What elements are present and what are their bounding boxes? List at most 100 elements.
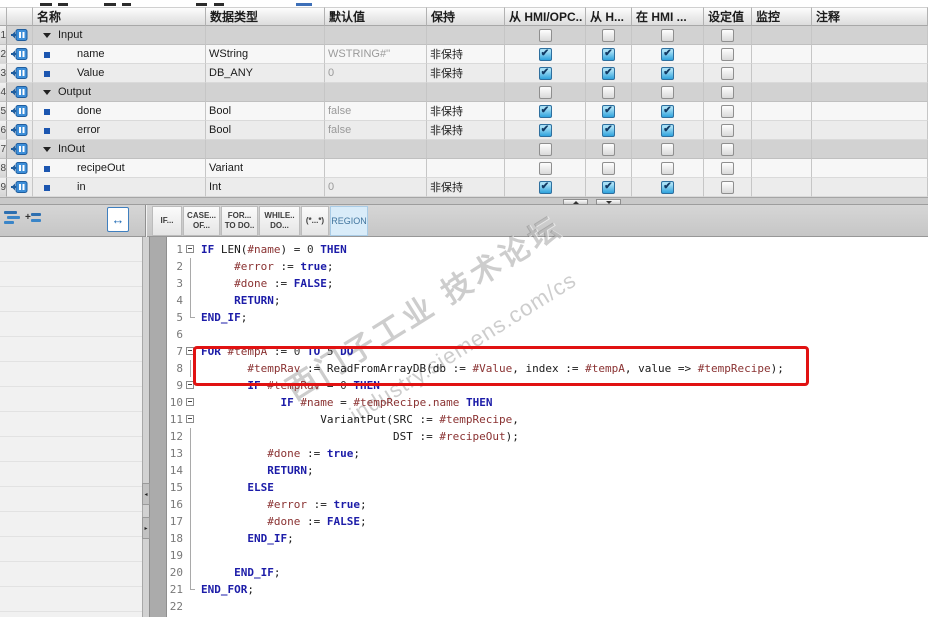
checkbox-setpoint[interactable] [721, 161, 734, 175]
cell-monitor[interactable] [752, 83, 812, 102]
fold-toggle-icon[interactable] [186, 241, 201, 258]
checkbox-from-hmi[interactable] [602, 47, 615, 61]
checkbox-from-hmi[interactable] [602, 66, 615, 80]
code-line[interactable]: 20 END_IF; [150, 564, 928, 581]
snippet-while-button[interactable]: WHILE.. DO... [259, 206, 300, 236]
code-text[interactable]: DST := #recipeOut); [201, 428, 519, 445]
row-number[interactable]: 4 [0, 83, 7, 102]
cell-default-value[interactable]: 0 [325, 178, 427, 197]
checkbox-in-hmi[interactable] [661, 142, 674, 156]
code-text[interactable]: RETURN; [201, 462, 313, 479]
table-scrollbar[interactable] [0, 197, 928, 205]
cell-monitor[interactable] [752, 121, 812, 140]
snippet-case-button[interactable]: CASE... OF... [183, 206, 220, 236]
cell-default-value[interactable]: 0 [325, 64, 427, 83]
collapse-left-button[interactable]: ◂ [142, 483, 150, 505]
cell-data-type[interactable] [206, 140, 325, 159]
cell-default-value[interactable]: WSTRING#'' [325, 45, 427, 64]
cell-retain[interactable]: 非保持 [427, 64, 505, 83]
checkbox-from-hmi[interactable] [602, 161, 615, 175]
checkbox-setpoint[interactable] [721, 180, 734, 194]
checkbox-setpoint[interactable] [721, 142, 734, 156]
cell-name[interactable]: Value [33, 64, 206, 83]
code-text[interactable]: END_IF; [201, 564, 280, 581]
collapse-triangle-icon[interactable] [43, 33, 51, 38]
cell-data-type[interactable]: Int [206, 178, 325, 197]
code-line[interactable]: 17 #done := FALSE; [150, 513, 928, 530]
checkbox-in-hmi[interactable] [661, 180, 674, 194]
table-row[interactable]: 4 Output [0, 83, 928, 102]
cell-data-type[interactable]: Bool [206, 102, 325, 121]
cell-retain[interactable]: 非保持 [427, 45, 505, 64]
code-line[interactable]: 15 ELSE [150, 479, 928, 496]
header-monitor[interactable]: 监控 [752, 7, 812, 26]
cell-comment[interactable] [812, 45, 928, 64]
code-line[interactable]: 12 DST := #recipeOut); [150, 428, 928, 445]
cell-data-type[interactable]: Variant [206, 159, 325, 178]
code-text[interactable]: ELSE [201, 479, 274, 496]
checkbox-in-hmi[interactable] [661, 85, 674, 99]
code-text[interactable]: #error := true; [201, 496, 366, 513]
code-line[interactable]: 10 IF #name = #tempRecipe.name THEN [150, 394, 928, 411]
pane-splitter[interactable] [142, 237, 150, 617]
cell-name[interactable]: done [33, 102, 206, 121]
code-line[interactable]: 21 END_FOR; [150, 581, 928, 598]
checkbox-setpoint[interactable] [721, 104, 734, 118]
header-comment[interactable]: 注释 [812, 7, 928, 26]
row-number[interactable]: 6 [0, 121, 7, 140]
cell-data-type[interactable]: Bool [206, 121, 325, 140]
header-retain[interactable]: 保持 [427, 7, 505, 26]
cell-comment[interactable] [812, 83, 928, 102]
cell-default-value[interactable] [325, 140, 427, 159]
code-text[interactable]: IF #name = #tempRecipe.name THEN [201, 394, 492, 411]
cell-default-value[interactable] [325, 83, 427, 102]
cell-default-value[interactable]: false [325, 102, 427, 121]
cell-name[interactable]: recipeOut [33, 159, 206, 178]
cell-data-type[interactable]: DB_ANY [206, 64, 325, 83]
row-number[interactable]: 1 [0, 26, 7, 45]
checkbox-setpoint[interactable] [721, 85, 734, 99]
row-number[interactable]: 9 [0, 178, 7, 197]
cell-default-value[interactable] [325, 26, 427, 45]
cell-default-value[interactable]: false [325, 121, 427, 140]
table-row[interactable]: 5 done Bool false 非保持 [0, 102, 928, 121]
cell-monitor[interactable] [752, 26, 812, 45]
cell-comment[interactable] [812, 178, 928, 197]
cell-comment[interactable] [812, 121, 928, 140]
cell-comment[interactable] [812, 102, 928, 121]
cell-name[interactable]: error [33, 121, 206, 140]
checkbox-from-hmi-opc[interactable] [538, 104, 552, 118]
checkbox-setpoint[interactable] [721, 47, 734, 61]
code-line[interactable]: 11 VariantPut(SRC := #tempRecipe, [150, 411, 928, 428]
cell-retain[interactable]: 非保持 [427, 121, 505, 140]
cell-monitor[interactable] [752, 178, 812, 197]
cell-name[interactable]: Input [33, 26, 206, 45]
table-row[interactable]: 6 error Bool false 非保持 [0, 121, 928, 140]
cell-name[interactable]: in [33, 178, 206, 197]
cell-name[interactable]: name [33, 45, 206, 64]
code-line[interactable]: 6 [150, 326, 928, 343]
snippet-if-button[interactable]: IF... [152, 206, 182, 236]
checkbox-from-hmi[interactable] [602, 104, 615, 118]
code-text[interactable]: END_IF; [201, 530, 293, 547]
add-segment-icon[interactable]: + [25, 210, 42, 224]
checkbox-from-hmi[interactable] [602, 85, 615, 99]
table-row[interactable]: 8 recipeOut Variant [0, 159, 928, 178]
checkbox-from-hmi[interactable] [602, 123, 615, 137]
checkbox-from-hmi[interactable] [602, 28, 615, 42]
header-default-value[interactable]: 默认值 [325, 7, 427, 26]
checkbox-setpoint[interactable] [721, 66, 734, 80]
table-row[interactable]: 3 Value DB_ANY 0 非保持 [0, 64, 928, 83]
checkbox-in-hmi[interactable] [661, 123, 674, 137]
code-line[interactable]: 22 [150, 598, 928, 615]
table-row[interactable]: 9 in Int 0 非保持 [0, 178, 928, 197]
row-number[interactable]: 2 [0, 45, 7, 64]
code-line[interactable]: 1 IF LEN(#name) = 0 THEN [150, 241, 928, 258]
code-text[interactable]: END_IF; [201, 309, 247, 326]
checkbox-in-hmi[interactable] [661, 28, 674, 42]
cell-data-type[interactable]: WString [206, 45, 325, 64]
table-row[interactable]: 2 name WString WSTRING#'' 非保持 [0, 45, 928, 64]
cell-data-type[interactable] [206, 83, 325, 102]
cell-monitor[interactable] [752, 45, 812, 64]
code-text[interactable]: RETURN; [201, 292, 280, 309]
